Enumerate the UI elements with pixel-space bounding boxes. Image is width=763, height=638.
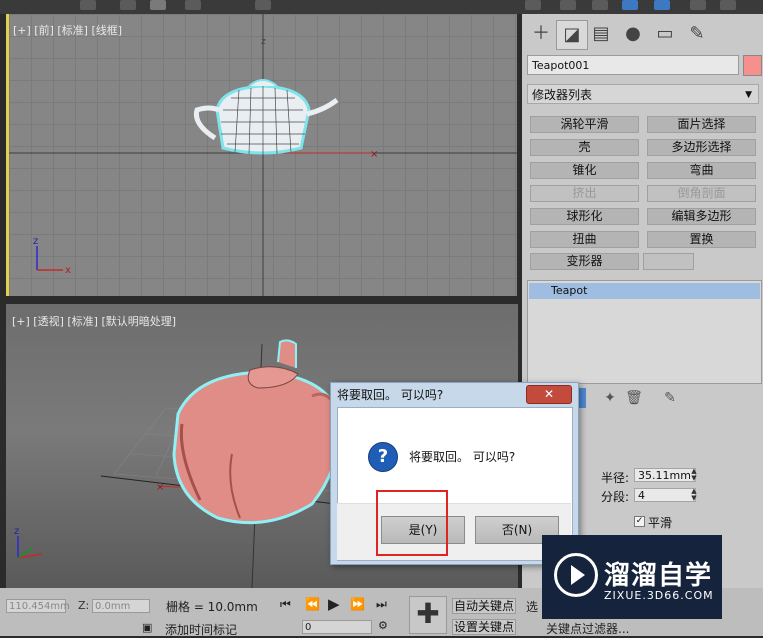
watermark-subtitle: ZIXUE.3D66.COM	[604, 589, 714, 602]
toolbar-icon[interactable]	[654, 0, 670, 10]
teapot-shaded[interactable]	[172, 339, 341, 525]
stack-item[interactable]: Teapot	[529, 283, 760, 299]
object-color-swatch[interactable]	[743, 55, 762, 76]
selected-dropdown[interactable]: 选	[526, 598, 538, 615]
smooth-label: 平滑	[648, 516, 673, 530]
viewport-front[interactable]: × z x [+] [前] [标准] [线框] z	[6, 14, 517, 296]
modifier-button[interactable]: 壳	[530, 139, 639, 156]
modifier-button[interactable]: 多边形选择	[647, 139, 756, 156]
trash-icon[interactable]: 🗑	[624, 388, 644, 408]
configure-sets-icon[interactable]: ✎	[660, 388, 680, 408]
svg-text:×: ×	[156, 482, 164, 493]
stack-tools: ✦ 🗑 ✎	[578, 388, 758, 410]
svg-text:×: ×	[370, 149, 378, 160]
grid-size-text: 栅格 = 10.0mm	[166, 600, 258, 614]
toolbar-icon[interactable]	[720, 0, 736, 10]
utilities-icon[interactable]: ✎	[682, 20, 712, 48]
toolbar-icon[interactable]	[255, 0, 271, 10]
modifier-button[interactable]: 置换	[647, 231, 756, 248]
close-button[interactable]: ✕	[526, 385, 572, 404]
modifier-button[interactable]: 球形化	[530, 208, 639, 225]
toolbar-icon[interactable]	[592, 0, 608, 10]
modifier-button[interactable]: 挤出	[530, 185, 639, 202]
modifier-stack[interactable]: Teapot	[527, 280, 762, 384]
toolbar-icon[interactable]	[525, 0, 541, 10]
command-panel-tabs: ＋ ◪ ▤ ● ▭ ✎	[522, 14, 763, 54]
main-toolbar-strip	[0, 0, 763, 14]
modifier-button[interactable]: 倒角剖面	[647, 185, 756, 202]
smooth-checkbox[interactable]: ✓	[634, 516, 645, 527]
highlight-box	[376, 490, 448, 556]
watermark: 溜溜自学 ZIXUE.3D66.COM	[542, 535, 722, 619]
viewport-label[interactable]: [+] [前] [标准] [线框]	[13, 22, 122, 38]
play-logo-icon	[554, 553, 598, 597]
x-coordinate-field[interactable]: 110.454mm	[6, 599, 70, 613]
set-key-button[interactable]: 设置关键点	[452, 619, 516, 635]
svg-text:z: z	[14, 526, 19, 537]
svg-text:x: x	[65, 265, 71, 276]
go-to-start-icon[interactable]: ⏮	[280, 597, 291, 612]
z-coordinate-field[interactable]: 0.0mm	[92, 599, 150, 613]
spinner-arrows-icon[interactable]: ▲ ▼	[690, 488, 698, 502]
play-icon[interactable]: ▶	[328, 595, 340, 613]
time-tag-icon: ▣	[142, 621, 153, 634]
axis-tripod: z	[14, 526, 43, 559]
toolbar-icon[interactable]	[80, 0, 96, 10]
add-time-tag-button[interactable]: 添加时间标记	[165, 621, 237, 638]
set-key-icon[interactable]: ✚	[409, 596, 447, 634]
dialog-footer: 是(Y) 否(N)	[337, 503, 571, 560]
question-icon: ?	[368, 442, 398, 472]
toolbar-icon[interactable]	[185, 0, 201, 10]
modifier-button[interactable]: 变形器	[530, 253, 639, 270]
modifier-button-empty	[643, 253, 694, 270]
dialog-message: 将要取回。 可以吗?	[409, 450, 516, 464]
modifier-button[interactable]: 扭曲	[530, 231, 639, 248]
modifier-list-dropdown[interactable]: 修改器列表 ▼	[527, 84, 759, 104]
radius-label: 半径:	[601, 471, 630, 485]
object-name-field[interactable]: Teapot001	[527, 55, 739, 75]
motion-icon[interactable]: ●	[618, 20, 648, 48]
create-icon[interactable]: ＋	[526, 20, 556, 48]
modifier-list-label: 修改器列表	[532, 88, 593, 102]
axis-tripod: z x	[33, 236, 71, 276]
modifier-button[interactable]: 锥化	[530, 162, 639, 179]
z-label: Z:	[78, 599, 90, 612]
current-frame-field[interactable]: 0	[302, 620, 372, 634]
modifier-button[interactable]: 涡轮平滑	[530, 116, 639, 133]
modifier-button[interactable]: 面片选择	[647, 116, 756, 133]
radius-field[interactable]: 35.11mm	[634, 468, 696, 482]
display-icon[interactable]: ▭	[650, 20, 680, 48]
toolbar-icon[interactable]	[560, 0, 576, 10]
toolbar-icon[interactable]	[150, 0, 166, 10]
modify-icon[interactable]: ◪	[556, 20, 588, 50]
auto-key-button[interactable]: 自动关键点	[452, 598, 516, 614]
teapot-wireframe[interactable]	[193, 79, 339, 155]
key-filters-button[interactable]: 关键点过滤器...	[546, 620, 629, 637]
front-scene: × z x	[9, 14, 517, 296]
make-unique-icon[interactable]: ✦	[600, 388, 620, 408]
time-config-icon[interactable]: ⚙	[378, 619, 388, 632]
previous-frame-icon[interactable]: ⏪	[305, 597, 320, 611]
hierarchy-icon[interactable]: ▤	[586, 20, 616, 48]
spinner-arrows-icon[interactable]: ▲ ▼	[690, 468, 698, 482]
segments-label: 分段:	[601, 490, 630, 504]
toolbar-icon[interactable]	[690, 0, 706, 10]
next-frame-icon[interactable]: ⏩	[350, 597, 365, 611]
chevron-down-icon: ▼	[745, 90, 752, 100]
dialog-title: 将要取回。 可以吗?	[337, 388, 444, 402]
watermark-title: 溜溜自学	[604, 561, 713, 591]
viewport-label[interactable]: [+] [透视] [标准] [默认明暗处理]	[12, 313, 176, 329]
svg-text:z: z	[33, 236, 38, 247]
modifier-button[interactable]: 编辑多边形	[647, 208, 756, 225]
toolbar-icon[interactable]	[622, 0, 638, 10]
modifier-button[interactable]: 弯曲	[647, 162, 756, 179]
pin-stack-icon[interactable]	[578, 388, 586, 408]
go-to-end-icon[interactable]: ⏭	[376, 597, 387, 612]
segments-field[interactable]: 4	[634, 488, 696, 502]
toolbar-icon[interactable]	[120, 0, 136, 10]
axis-z-label: z	[261, 37, 266, 47]
